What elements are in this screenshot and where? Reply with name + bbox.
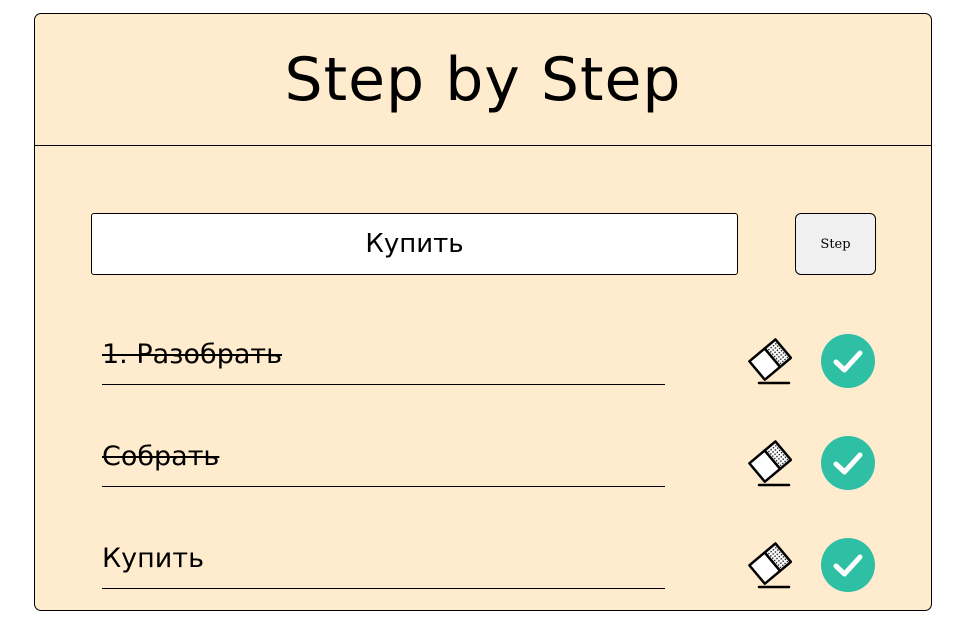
eraser-icon[interactable]: [742, 335, 798, 387]
task-item: 1. Разобрать: [35, 327, 931, 388]
app-header: Step by Step: [35, 14, 931, 146]
check-circle-icon[interactable]: [821, 538, 875, 592]
task-item: Собрать: [35, 429, 931, 490]
check-circle-icon[interactable]: [821, 436, 875, 490]
task-text: 1. Разобрать: [102, 335, 665, 385]
task-item: Купить: [35, 531, 931, 592]
eraser-icon[interactable]: [742, 437, 798, 489]
task-input[interactable]: [91, 213, 738, 275]
task-text: Купить: [102, 539, 665, 589]
app-card: Step by Step Step 1. Разобрать: [34, 13, 932, 611]
page-title: Step by Step: [284, 44, 682, 115]
check-circle-icon[interactable]: [821, 334, 875, 388]
step-button[interactable]: Step: [795, 213, 876, 275]
task-text: Собрать: [102, 437, 665, 487]
eraser-icon[interactable]: [742, 539, 798, 591]
